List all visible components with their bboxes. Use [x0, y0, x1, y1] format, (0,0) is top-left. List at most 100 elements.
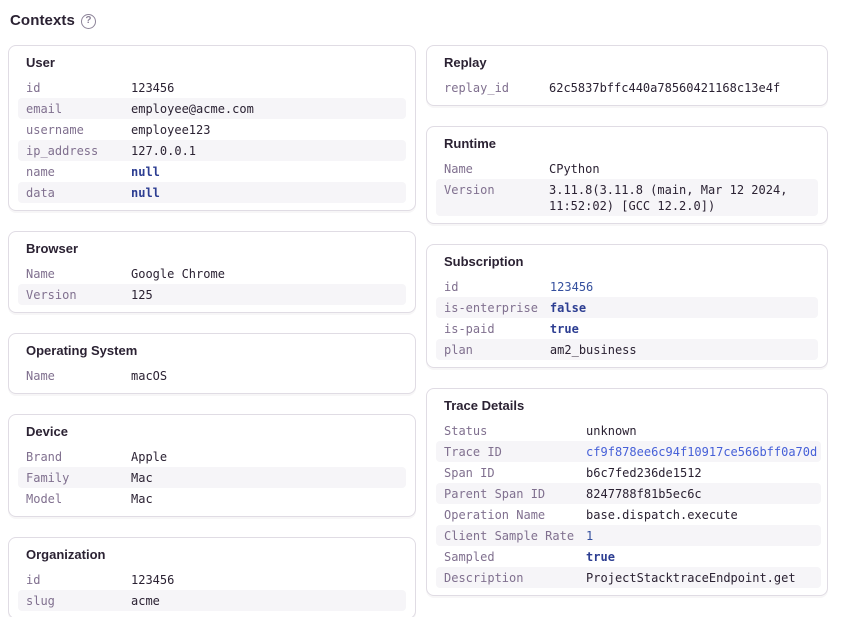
key-value-table: id123456is-enterprisefalseis-paidtruepla…: [436, 276, 818, 360]
context-card-organization: Organizationid123456slugacme: [8, 537, 416, 617]
kv-row: id123456: [436, 276, 818, 297]
kv-row: Statusunknown: [436, 420, 821, 441]
kv-key: Parent Span ID: [436, 483, 578, 504]
card-title: Browser: [18, 238, 406, 263]
kv-value: 127.0.0.1: [123, 140, 406, 161]
kv-value: employee123: [123, 119, 406, 140]
kv-value: acme: [123, 590, 406, 611]
kv-value: Apple: [123, 446, 406, 467]
kv-key: id: [436, 276, 542, 297]
context-card-device: DeviceBrandAppleFamilyMacModelMac: [8, 414, 416, 517]
context-card-runtime: RuntimeNameCPythonVersion3.11.8(3.11.8 (…: [426, 126, 828, 224]
question-mark-icon[interactable]: ?: [81, 14, 96, 29]
kv-value: ProjectStacktraceEndpoint.get: [578, 567, 821, 588]
contexts-section: Contexts ? Userid123456emailemployee@acm…: [0, 0, 844, 617]
kv-key: Version: [436, 179, 541, 216]
trace-id-link[interactable]: cf9f878ee6c94f10917ce566bff0a70d: [578, 441, 821, 462]
kv-value: Google Chrome: [123, 263, 406, 284]
card-title: Organization: [18, 544, 406, 569]
kv-row: id123456: [18, 77, 406, 98]
kv-key: Model: [18, 488, 123, 509]
kv-value: 123456: [123, 77, 406, 98]
card-title: Subscription: [436, 251, 818, 276]
kv-row: Version3.11.8(3.11.8 (main, Mar 12 2024,…: [436, 179, 818, 216]
kv-key: username: [18, 119, 123, 140]
kv-key: is-paid: [436, 318, 542, 339]
kv-row: Sampledtrue: [436, 546, 821, 567]
kv-key: Operation Name: [436, 504, 578, 525]
kv-value: base.dispatch.execute: [578, 504, 821, 525]
context-card-subscription: Subscriptionid123456is-enterprisefalseis…: [426, 244, 828, 368]
context-card-user: Userid123456emailemployee@acme.comuserna…: [8, 45, 416, 211]
key-value-table: BrandAppleFamilyMacModelMac: [18, 446, 406, 509]
kv-value: Mac: [123, 467, 406, 488]
card-title: Device: [18, 421, 406, 446]
kv-row: Operation Namebase.dispatch.execute: [436, 504, 821, 525]
kv-key: email: [18, 98, 123, 119]
kv-key: Family: [18, 467, 123, 488]
key-value-table: NamemacOS: [18, 365, 406, 386]
kv-value: CPython: [541, 158, 818, 179]
kv-row: is-enterprisefalse: [436, 297, 818, 318]
kv-row: Version125: [18, 284, 406, 305]
kv-row: FamilyMac: [18, 467, 406, 488]
kv-key: Trace ID: [436, 441, 578, 462]
left-column: Userid123456emailemployee@acme.comuserna…: [8, 45, 416, 617]
card-title: Trace Details: [436, 395, 818, 420]
context-columns: Userid123456emailemployee@acme.comuserna…: [8, 45, 828, 617]
kv-value: false: [542, 297, 818, 318]
kv-value: 123456: [542, 276, 818, 297]
kv-row: planam2_business: [436, 339, 818, 360]
kv-value: b6c7fed236de1512: [578, 462, 821, 483]
kv-row: is-paidtrue: [436, 318, 818, 339]
kv-key: Client Sample Rate: [436, 525, 578, 546]
kv-row: usernameemployee123: [18, 119, 406, 140]
kv-key: is-enterprise: [436, 297, 542, 318]
kv-row: emailemployee@acme.com: [18, 98, 406, 119]
kv-key: Name: [18, 263, 123, 284]
kv-value: 8247788f81b5ec6c: [578, 483, 821, 504]
kv-key: data: [18, 182, 123, 203]
kv-value: true: [542, 318, 818, 339]
kv-value: employee@acme.com: [123, 98, 406, 119]
kv-key: Name: [18, 365, 123, 386]
kv-key: Description: [436, 567, 578, 588]
card-title: User: [18, 52, 406, 77]
kv-row: Client Sample Rate1: [436, 525, 821, 546]
kv-key: Version: [18, 284, 123, 305]
right-column: Replayreplay_id62c5837bffc440a7856042116…: [426, 45, 828, 596]
key-value-table: NameCPythonVersion3.11.8(3.11.8 (main, M…: [436, 158, 818, 216]
kv-row: NamemacOS: [18, 365, 406, 386]
kv-value: null: [123, 161, 406, 182]
kv-row: datanull: [18, 182, 406, 203]
kv-row: DescriptionProjectStacktraceEndpoint.get: [436, 567, 821, 588]
kv-row: replay_id62c5837bffc440a78560421168c13e4…: [436, 77, 818, 98]
kv-key: ip_address: [18, 140, 123, 161]
context-card-operating-system: Operating SystemNamemacOS: [8, 333, 416, 394]
kv-row: BrandApple: [18, 446, 406, 467]
kv-row: NameCPython: [436, 158, 818, 179]
kv-value: Mac: [123, 488, 406, 509]
kv-key: replay_id: [436, 77, 541, 98]
kv-row: slugacme: [18, 590, 406, 611]
kv-key: Name: [436, 158, 541, 179]
kv-row: Parent Span ID8247788f81b5ec6c: [436, 483, 821, 504]
kv-row: ModelMac: [18, 488, 406, 509]
kv-key: id: [18, 569, 123, 590]
kv-row: Span IDb6c7fed236de1512: [436, 462, 821, 483]
card-title: Operating System: [18, 340, 406, 365]
kv-value: am2_business: [542, 339, 818, 360]
key-value-table: id123456slugacme: [18, 569, 406, 611]
key-value-table: StatusunknownTrace IDcf9f878ee6c94f10917…: [436, 420, 821, 588]
context-card-replay: Replayreplay_id62c5837bffc440a7856042116…: [426, 45, 828, 106]
card-title: Replay: [436, 52, 818, 77]
kv-value: 123456: [123, 569, 406, 590]
key-value-table: NameGoogle ChromeVersion125: [18, 263, 406, 305]
kv-key: Status: [436, 420, 578, 441]
kv-key: Span ID: [436, 462, 578, 483]
kv-value: macOS: [123, 365, 406, 386]
kv-row: namenull: [18, 161, 406, 182]
section-header: Contexts ?: [10, 12, 828, 29]
page-title: Contexts: [10, 12, 75, 29]
kv-row: id123456: [18, 569, 406, 590]
